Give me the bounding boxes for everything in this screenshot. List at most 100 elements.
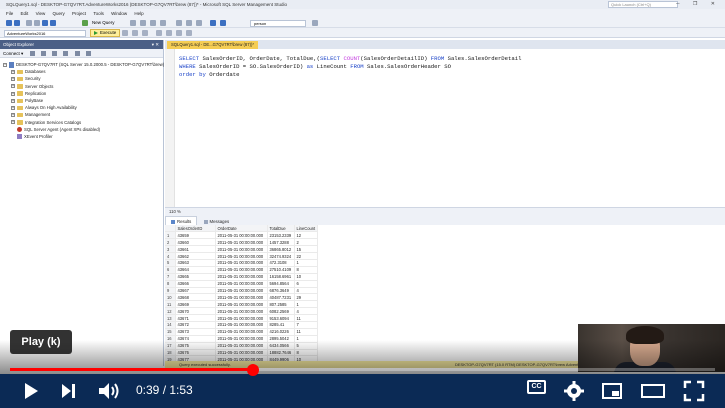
new-query-icon[interactable]: [82, 20, 88, 26]
parse-icon[interactable]: [132, 30, 138, 36]
table-cell[interactable]: 2011-05-31 00:00:00.000: [215, 252, 268, 260]
table-cell[interactable]: 2011-05-31 00:00:00.000: [215, 287, 268, 295]
theater-icon[interactable]: [640, 379, 666, 403]
undo-icon[interactable]: [210, 20, 216, 26]
expand-icon[interactable]: +: [11, 113, 15, 118]
table-cell[interactable]: 43664: [175, 266, 216, 274]
stop-icon[interactable]: [122, 30, 128, 36]
table-cell[interactable]: 43674: [175, 335, 216, 343]
results-to-grid-icon[interactable]: [156, 30, 162, 36]
find-icon[interactable]: [312, 20, 318, 26]
window-controls[interactable]: ─ ❐ ✕: [676, 1, 721, 7]
table-row[interactable]: 18 43676 2011-05-31 00:00:00.000 18882.7646…: [165, 349, 319, 357]
find-combo[interactable]: person: [250, 20, 306, 27]
table-cell[interactable]: 27510.4109: [267, 266, 295, 274]
table-cell[interactable]: 1: [294, 259, 319, 267]
table-cell[interactable]: 43667: [175, 287, 216, 295]
table-row[interactable]: 5 43663 2011-05-31 00:00:00.000 472.3108 1: [165, 259, 319, 267]
menu-project[interactable]: Project: [72, 11, 86, 16]
table-cell[interactable]: 23153.2339: [267, 231, 295, 240]
expand-icon[interactable]: +: [11, 77, 15, 82]
table-cell[interactable]: 43669: [175, 300, 216, 309]
settings-icon[interactable]: [562, 379, 586, 403]
expand-icon[interactable]: +: [11, 105, 15, 110]
table-cell[interactable]: 11: [294, 328, 319, 336]
open-icon[interactable]: [34, 20, 40, 26]
tree-node[interactable]: +SQL Server Agent (Agent XPs disabled): [0, 126, 163, 133]
code-line[interactable]: SELECT SalesOrderID, OrderDate, TotalDue…: [179, 55, 521, 62]
display-plan-icon[interactable]: [142, 30, 148, 36]
tree-node[interactable]: + PolyBase: [0, 97, 163, 104]
table-row[interactable]: 16 43674 2011-05-31 00:00:00.000 2895.5042 1: [165, 335, 319, 343]
expand-icon[interactable]: +: [11, 91, 15, 96]
expand-icon[interactable]: +: [11, 98, 15, 103]
table-cell[interactable]: 2011-05-31 00:00:00.000: [215, 266, 268, 274]
table-cell[interactable]: 2011-05-31 00:00:00.000: [215, 293, 268, 302]
table-cell[interactable]: 1: [294, 300, 319, 309]
tree-node[interactable]: + Always On High Availability: [0, 104, 163, 111]
xmla-icon[interactable]: [160, 20, 166, 26]
connect-button[interactable]: Connect ▾: [3, 51, 23, 56]
refresh-icon[interactable]: [74, 51, 80, 57]
table-cell[interactable]: 12: [294, 231, 319, 240]
table-cell[interactable]: 2011-05-31 00:00:00.000: [215, 307, 268, 316]
redo-icon[interactable]: [220, 20, 226, 26]
table-cell[interactable]: 29: [294, 293, 319, 302]
table-cell[interactable]: 6876.3649: [267, 287, 295, 295]
expand-icon[interactable]: +: [11, 120, 15, 125]
table-row[interactable]: 2 43660 2011-05-31 00:00:00.000 1457.3288 2: [165, 238, 319, 247]
table-row[interactable]: 15 43673 2011-05-31 00:00:00.000 4216.0226 1…: [165, 328, 319, 336]
new-file-icon[interactable]: [26, 20, 32, 26]
table-row[interactable]: 6 43664 2011-05-31 00:00:00.000 27510.4109 8: [165, 266, 319, 274]
table-cell[interactable]: 43662: [175, 252, 216, 260]
save-all-icon[interactable]: [50, 20, 56, 26]
back-icon[interactable]: [6, 20, 12, 26]
paste-icon[interactable]: [196, 20, 202, 26]
table-row[interactable]: 8 43666 2011-05-31 00:00:00.000 5694.8564 6: [165, 280, 319, 288]
table-cell[interactable]: 32474.9324: [267, 252, 295, 260]
table-row[interactable]: 13 43671 2011-05-31 00:00:00.000 9153.6094 1…: [165, 314, 319, 322]
code-line[interactable]: order by Orderdate: [179, 71, 239, 78]
stop-icon[interactable]: [52, 51, 58, 57]
table-cell[interactable]: 7: [294, 321, 319, 329]
table-cell[interactable]: 4: [294, 307, 319, 316]
filter-icon[interactable]: [63, 51, 69, 57]
new-query-button[interactable]: New Query: [92, 20, 115, 25]
table-cell[interactable]: 43671: [175, 314, 216, 322]
table-row[interactable]: 9 43667 2011-05-31 00:00:00.000 6876.3649 4: [165, 287, 319, 295]
table-cell[interactable]: 807.2585: [267, 300, 295, 309]
table-cell[interactable]: 4216.0226: [267, 328, 295, 336]
column-header[interactable]: LineCount: [294, 225, 319, 233]
table-row[interactable]: 11 43669 2011-05-31 00:00:00.000 807.2585 1: [165, 300, 319, 309]
mdx-icon[interactable]: [140, 20, 146, 26]
table-cell[interactable]: 2011-05-31 00:00:00.000: [215, 349, 268, 357]
table-cell[interactable]: 2011-05-31 00:00:00.000: [215, 231, 268, 240]
table-row[interactable]: 3 43661 2011-05-31 00:00:00.000 36865.8012 1…: [165, 245, 319, 254]
table-cell[interactable]: 43663: [175, 259, 216, 267]
table-cell[interactable]: 11: [294, 314, 319, 322]
table-cell[interactable]: 4: [294, 287, 319, 295]
table-row[interactable]: 4 43662 2011-05-31 00:00:00.000 32474.9324 2…: [165, 252, 319, 260]
table-row[interactable]: 12 43670 2011-05-31 00:00:00.000 6082.2569 4: [165, 307, 319, 316]
results-to-text-icon[interactable]: [166, 30, 172, 36]
table-cell[interactable]: 43665: [175, 273, 216, 281]
progress-scrubber[interactable]: [247, 363, 260, 376]
disconnect-icon[interactable]: [40, 51, 46, 57]
table-row[interactable]: 14 43672 2011-05-31 00:00:00.000 8285.41 7: [165, 321, 319, 329]
table-cell[interactable]: 43675: [175, 342, 216, 350]
tree-node[interactable]: +XEvent Profiler: [0, 133, 163, 140]
copy-icon[interactable]: [186, 20, 192, 26]
expand-icon[interactable]: +: [11, 84, 15, 89]
table-row[interactable]: 7 43665 2011-05-31 00:00:00.000 16158.6961 1…: [165, 273, 319, 281]
play-icon[interactable]: [18, 379, 42, 403]
tree-node[interactable]: + Management: [0, 111, 163, 118]
table-cell[interactable]: 8: [294, 266, 319, 274]
tree-node[interactable]: + Security: [0, 75, 163, 82]
database-select[interactable]: AdventureWorks2016: [4, 30, 86, 37]
results-table[interactable]: SalesOrderID OrderDate TotalDue LineCoun…: [165, 225, 319, 364]
table-cell[interactable]: 6: [294, 280, 319, 288]
table-cell[interactable]: 9153.6094: [267, 314, 295, 322]
menu-view[interactable]: View: [36, 11, 46, 16]
table-cell[interactable]: 43659: [175, 231, 216, 240]
table-cell[interactable]: 43676: [175, 349, 216, 357]
